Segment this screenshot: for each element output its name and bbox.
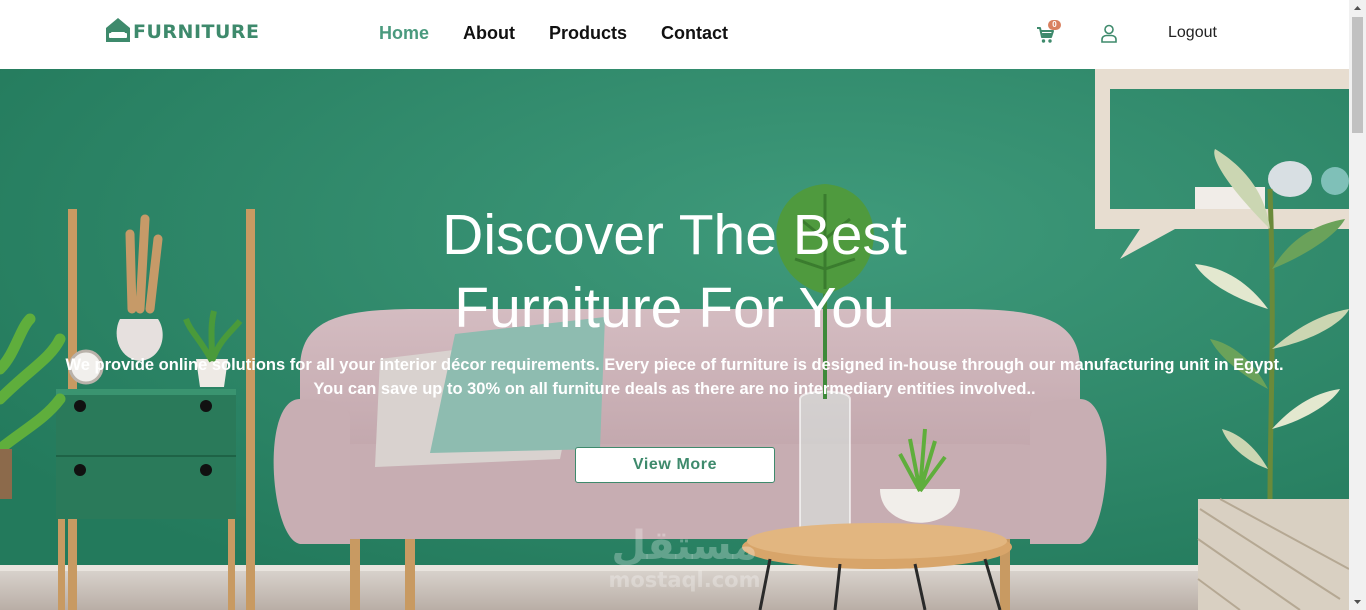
- nav-products-link[interactable]: Products: [549, 22, 627, 44]
- scroll-up-arrow-icon[interactable]: [1349, 0, 1366, 17]
- nav-home-link[interactable]: Home: [379, 22, 429, 44]
- logout-link[interactable]: Logout: [1168, 23, 1217, 43]
- cart-count-badge: 0: [1048, 20, 1061, 30]
- navbar: FURNITURE Home About Products Contact 0 …: [0, 0, 1349, 69]
- brand-logo[interactable]: FURNITURE: [104, 16, 260, 44]
- hero-title: Discover The Best Furniture For You: [0, 199, 1349, 345]
- watermark-latin-text: mostaql.com: [608, 568, 761, 592]
- view-more-button[interactable]: View More: [575, 447, 775, 483]
- hero-description-line-2: You can save up to 30% on all furniture …: [313, 380, 1036, 398]
- brand-name: FURNITURE: [133, 21, 260, 43]
- watermark-arabic-text: مستقل: [611, 523, 758, 569]
- nav-about-link[interactable]: About: [463, 22, 515, 44]
- nav-contact-link[interactable]: Contact: [661, 22, 728, 44]
- hero-description-line-1: We provide online solutions for all your…: [65, 356, 1284, 374]
- hero-title-line-2: Furniture For You: [454, 276, 895, 340]
- hero-description: We provide online solutions for all your…: [0, 353, 1349, 401]
- cart-button[interactable]: 0: [1036, 20, 1062, 45]
- scroll-down-arrow-icon[interactable]: [1349, 593, 1366, 610]
- mostaql-watermark: مستقل mostaql.com: [602, 523, 767, 591]
- vertical-scrollbar[interactable]: [1349, 0, 1366, 610]
- main-nav: Home About Products Contact: [379, 22, 762, 44]
- home-logo-icon: [106, 18, 130, 42]
- scrollbar-thumb[interactable]: [1352, 17, 1363, 133]
- hero-section: Discover The Best Furniture For You We p…: [0, 69, 1349, 610]
- hero-title-line-1: Discover The Best: [442, 203, 907, 267]
- user-icon[interactable]: [1100, 24, 1118, 43]
